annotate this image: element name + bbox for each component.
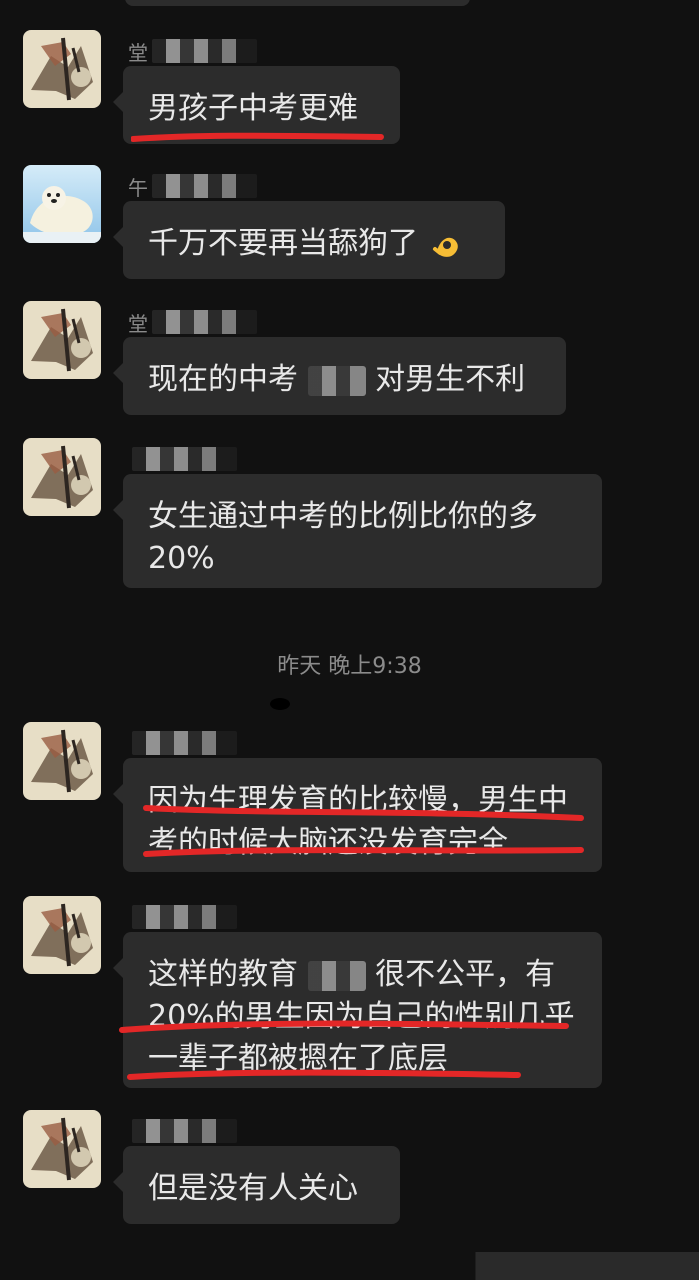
time-divider-text: 昨天 晚上9:38 xyxy=(277,654,422,679)
sender-name-mosaic xyxy=(132,905,237,929)
sender-name-mosaic xyxy=(132,447,237,471)
message-text: 但是没有人关心 xyxy=(148,1171,358,1206)
ink-horse-avatar-image xyxy=(23,1110,101,1188)
sender-name xyxy=(128,730,237,756)
ink-horse-avatar[interactable] xyxy=(23,438,101,516)
message-text: 因为生理发育的比较慢，男生中考的时候大脑还没发育完全 xyxy=(148,783,568,860)
ink-horse-avatar[interactable] xyxy=(23,722,101,800)
message-bubble[interactable]: 男孩子中考更难 xyxy=(113,66,400,144)
sender-name-mosaic xyxy=(152,39,257,63)
polar-bear-avatar[interactable] xyxy=(23,165,101,243)
message-text-before-mosaic: 现在的中考 xyxy=(148,362,298,397)
black-dot xyxy=(270,698,290,710)
ink-horse-avatar[interactable] xyxy=(23,1110,101,1188)
ink-horse-avatar[interactable] xyxy=(23,301,101,379)
previous-message-bubble-fragment xyxy=(125,0,470,6)
sender-name: 堂 xyxy=(128,309,257,336)
message-text: 男孩子中考更难 xyxy=(148,91,358,126)
sender-name xyxy=(128,1118,237,1144)
message-bubble[interactable]: 现在的中考 对男生不利 xyxy=(113,337,566,415)
message-bubble[interactable]: 但是没有人关心 xyxy=(113,1146,400,1224)
time-divider: 昨天 晚上9:38 xyxy=(0,648,699,680)
message-text: 女生通过中考的比例比你的多20% xyxy=(148,499,538,576)
message-row-2: 午 千万不要再当舔狗了 xyxy=(23,165,663,285)
message-row-4: 女生通过中考的比例比你的多20% xyxy=(23,438,663,598)
message-row-5: 因为生理发育的比较慢，男生中考的时候大脑还没发育完全 xyxy=(23,722,663,882)
sender-name-text: 堂 xyxy=(128,311,148,336)
message-row-1: 堂 男孩子中考更难 xyxy=(23,30,663,150)
message-row-3: 堂 现在的中考 对男生不利 xyxy=(23,301,663,421)
ink-horse-avatar-image xyxy=(23,438,101,516)
message-bubble[interactable]: 因为生理发育的比较慢，男生中考的时候大脑还没发育完全 xyxy=(113,758,602,872)
message-bubble[interactable]: 女生通过中考的比例比你的多20% xyxy=(113,474,602,588)
ok-hand-icon xyxy=(432,237,458,257)
sender-name xyxy=(128,446,237,472)
sender-name: 午 xyxy=(128,173,257,200)
message-bubble[interactable]: 千万不要再当舔狗了 xyxy=(113,201,505,279)
ink-horse-avatar-image xyxy=(23,896,101,974)
message-bubble[interactable]: 这样的教育 很不公平，有20%的男生因为自己的性别几乎一辈子都被摁在了底层 xyxy=(113,932,602,1088)
sender-name-text: 堂 xyxy=(128,40,148,65)
message-text-after-mosaic: 对男生不利 xyxy=(375,362,526,397)
message-text-mosaic xyxy=(307,365,366,396)
chat-screen: 堂 男孩子中考更难 午 千万不要再当舔狗了 堂 现在的中考 对男生不利 女生通过… xyxy=(0,0,699,1280)
ink-horse-avatar[interactable] xyxy=(23,30,101,108)
polar-bear-avatar-image xyxy=(23,165,101,243)
bottom-watermark-strip xyxy=(0,1252,699,1280)
message-text-before-mosaic: 这样的教育 xyxy=(148,957,298,992)
sender-name-mosaic xyxy=(132,731,237,755)
ink-horse-avatar-image xyxy=(23,30,101,108)
sender-name-mosaic xyxy=(132,1119,237,1143)
sender-name-mosaic xyxy=(152,310,257,334)
sender-name-text: 午 xyxy=(128,175,148,200)
sender-name: 堂 xyxy=(128,38,257,65)
message-row-7: 但是没有人关心 xyxy=(23,1110,663,1230)
ink-horse-avatar-image xyxy=(23,722,101,800)
ink-horse-avatar-image xyxy=(23,301,101,379)
sender-name xyxy=(128,904,237,930)
message-row-6: 这样的教育 很不公平，有20%的男生因为自己的性别几乎一辈子都被摁在了底层 xyxy=(23,896,663,1096)
message-text: 千万不要再当舔狗了 xyxy=(148,226,418,261)
sender-name-mosaic xyxy=(152,174,257,198)
ink-horse-avatar[interactable] xyxy=(23,896,101,974)
message-text-mosaic xyxy=(307,960,366,991)
